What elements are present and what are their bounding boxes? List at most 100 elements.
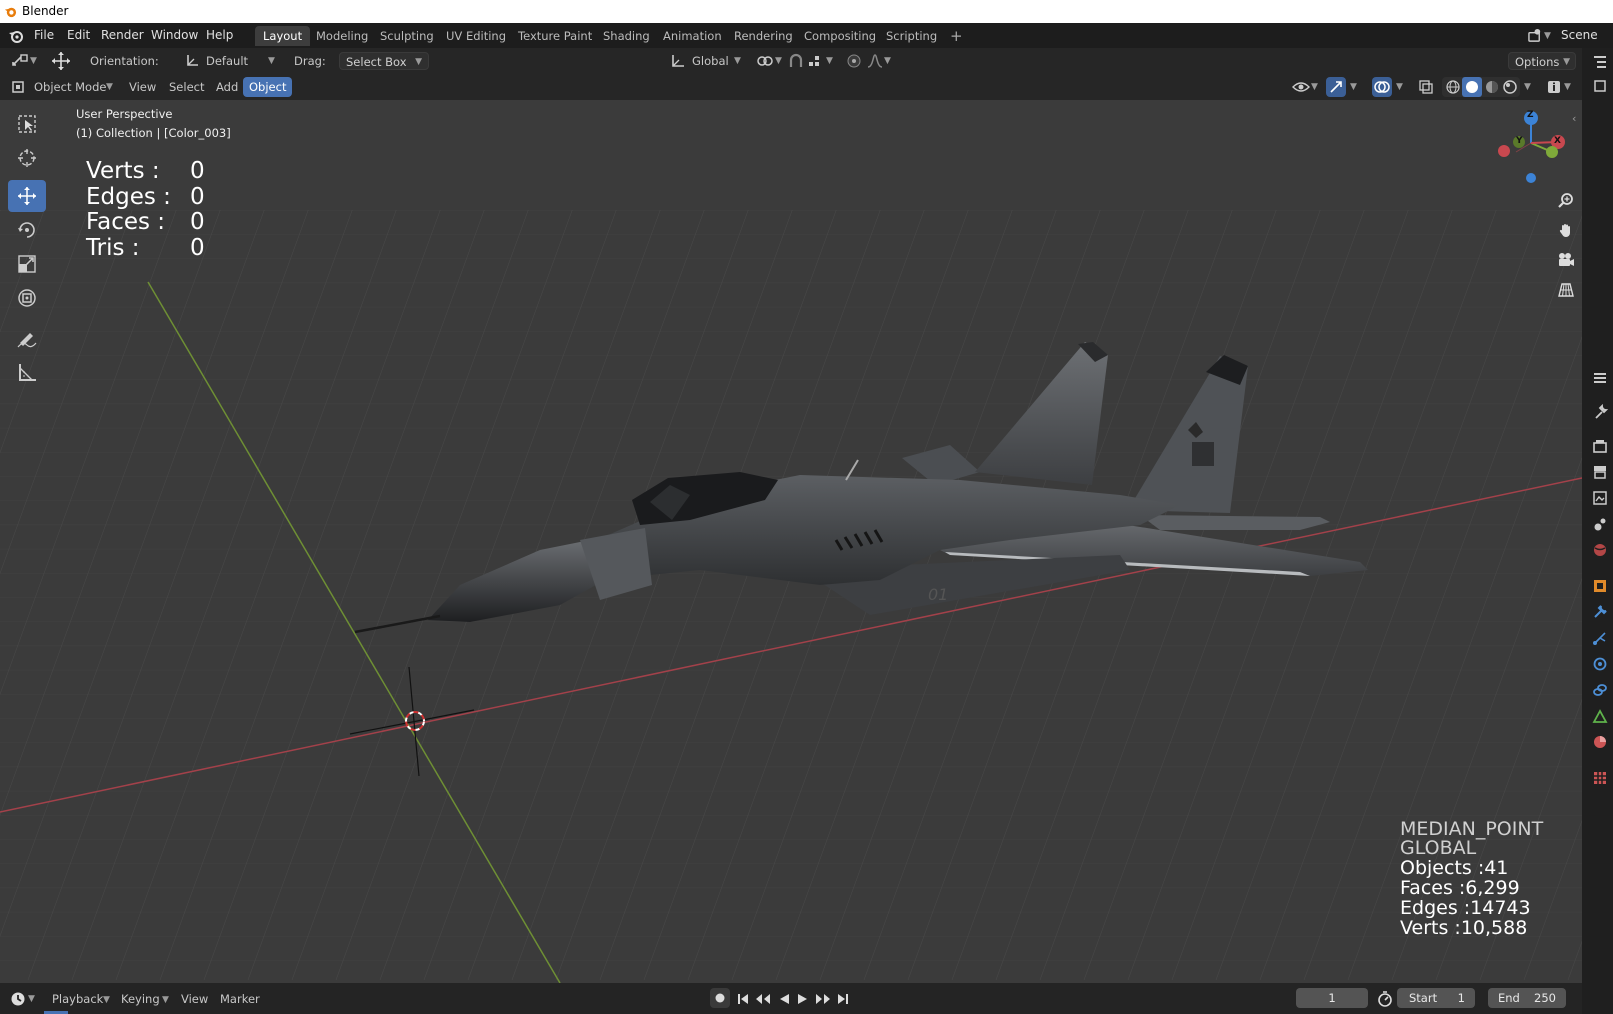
- pan-button[interactable]: [1553, 217, 1579, 243]
- particles-properties-icon[interactable]: [1592, 630, 1608, 646]
- pivot-caret[interactable]: ▼: [775, 56, 782, 66]
- tab-sculpting[interactable]: Sculpting: [372, 26, 442, 46]
- object-properties-icon[interactable]: [1592, 578, 1608, 594]
- mode-dropdown[interactable]: Object Mode ▼: [8, 78, 116, 96]
- tab-scripting[interactable]: Scripting: [878, 26, 945, 46]
- menu-keying[interactable]: Keying: [121, 992, 160, 1006]
- scene-dropdown-caret[interactable]: ▼: [1544, 31, 1551, 41]
- menu-help[interactable]: Help: [206, 28, 233, 42]
- menu-select[interactable]: Select: [169, 80, 204, 94]
- 3d-viewport[interactable]: 01 User Perspective (1) Collection | [Co…: [0, 100, 1582, 983]
- add-workspace-button[interactable]: +: [942, 26, 971, 46]
- record-button[interactable]: [710, 988, 730, 1008]
- blender-menu-icon[interactable]: [8, 28, 24, 44]
- options-dropdown[interactable]: Options ▼: [1508, 52, 1576, 70]
- playback-caret[interactable]: ▼: [103, 995, 110, 1005]
- modifier-properties-icon[interactable]: [1592, 604, 1608, 620]
- constraints-properties-icon[interactable]: [1592, 682, 1608, 698]
- outliner-icon[interactable]: [1592, 54, 1608, 70]
- camera-view-button[interactable]: [1553, 247, 1579, 273]
- output-properties-icon[interactable]: [1592, 464, 1608, 480]
- overlays-caret[interactable]: ▼: [1396, 82, 1403, 92]
- snap-caret[interactable]: ▼: [826, 56, 833, 66]
- jump-prev-keyframe-icon[interactable]: [755, 993, 771, 1005]
- sidebar-caret[interactable]: ▼: [1564, 82, 1571, 92]
- stopwatch-icon[interactable]: [1377, 991, 1393, 1007]
- data-properties-icon[interactable]: [1592, 708, 1608, 724]
- menu-add[interactable]: Add: [216, 80, 238, 94]
- visibility-eye-icon[interactable]: [1292, 79, 1310, 95]
- menu-window[interactable]: Window: [151, 28, 198, 42]
- scene-icon[interactable]: [1528, 28, 1543, 43]
- annotate-tool[interactable]: [8, 322, 46, 354]
- move-tool-icon[interactable]: [50, 51, 72, 71]
- ortho-toggle-button[interactable]: [1553, 277, 1579, 303]
- rotate-tool[interactable]: [8, 214, 46, 246]
- menu-render[interactable]: Render: [101, 28, 144, 42]
- scene-properties-icon[interactable]: [1592, 516, 1608, 532]
- proportional-edit-icon[interactable]: [847, 54, 861, 68]
- tab-uv-editing[interactable]: UV Editing: [438, 26, 514, 46]
- tab-shading[interactable]: Shading: [595, 26, 658, 46]
- keying-caret[interactable]: ▼: [162, 995, 169, 1005]
- tab-rendering[interactable]: Rendering: [726, 26, 801, 46]
- falloff-icon[interactable]: [867, 53, 883, 69]
- measure-tool[interactable]: [8, 356, 46, 388]
- tool-properties-icon[interactable]: [1592, 403, 1609, 420]
- solid-shading-button[interactable]: [1462, 77, 1482, 97]
- cursor-tool[interactable]: [8, 142, 46, 174]
- menu-object[interactable]: Object: [243, 77, 293, 97]
- editor-type-caret[interactable]: ▼: [30, 56, 37, 66]
- drag-dropdown[interactable]: Select Box ▼: [339, 52, 429, 70]
- wireframe-shading-icon[interactable]: [1445, 79, 1461, 95]
- select-box-tool[interactable]: [8, 108, 46, 140]
- menu-timeline-view[interactable]: View: [181, 992, 208, 1006]
- orientation-dropdown[interactable]: Default ▼: [182, 52, 279, 70]
- view-layer-properties-icon[interactable]: [1592, 490, 1608, 506]
- world-properties-icon[interactable]: [1592, 542, 1608, 558]
- jump-next-keyframe-icon[interactable]: [815, 993, 831, 1005]
- snap-target-icon[interactable]: [807, 53, 823, 69]
- tab-animation[interactable]: Animation: [655, 26, 730, 46]
- outliner-filter-icon[interactable]: [1592, 78, 1608, 94]
- gizmo-caret[interactable]: ▼: [1350, 82, 1357, 92]
- current-frame-field[interactable]: 1: [1296, 988, 1368, 1008]
- timeline-editor-icon[interactable]: [10, 991, 26, 1007]
- jump-end-icon[interactable]: [837, 993, 849, 1005]
- falloff-caret[interactable]: ▼: [884, 56, 891, 66]
- menu-edit[interactable]: Edit: [67, 28, 90, 42]
- gizmo-toggle-button[interactable]: [1326, 77, 1346, 97]
- tab-compositing[interactable]: Compositing: [796, 26, 884, 46]
- start-frame-field[interactable]: Start 1: [1397, 988, 1475, 1008]
- menu-view[interactable]: View: [129, 80, 156, 94]
- sidebar-collapse-arrow-icon[interactable]: ‹: [1572, 112, 1576, 125]
- zoom-button[interactable]: [1553, 187, 1579, 213]
- move-tool[interactable]: [8, 180, 46, 212]
- timeline-editor-caret[interactable]: ▼: [28, 994, 35, 1004]
- properties-editor-icon[interactable]: [1592, 370, 1608, 386]
- jump-start-icon[interactable]: [737, 993, 749, 1005]
- rendered-shading-icon[interactable]: [1502, 79, 1518, 95]
- tab-modeling[interactable]: Modeling: [308, 26, 376, 46]
- texture-properties-icon[interactable]: [1592, 770, 1608, 786]
- tab-layout[interactable]: Layout: [255, 26, 311, 46]
- menu-playback[interactable]: Playback: [52, 992, 103, 1006]
- scene-name[interactable]: Scene: [1561, 28, 1598, 42]
- transform-orientation-dropdown[interactable]: Global ▼: [668, 52, 746, 70]
- xray-toggle-icon[interactable]: [1418, 79, 1434, 95]
- render-properties-icon[interactable]: [1592, 438, 1608, 454]
- navigation-gizmo[interactable]: Z Y X: [1496, 108, 1566, 188]
- material-properties-icon[interactable]: [1592, 734, 1608, 750]
- snap-icon[interactable]: [788, 53, 804, 69]
- transform-tool[interactable]: [8, 282, 46, 314]
- tab-texture-paint[interactable]: Texture Paint: [510, 26, 600, 46]
- visibility-caret[interactable]: ▼: [1311, 82, 1318, 92]
- menu-file[interactable]: File: [34, 28, 54, 42]
- pivot-point-icon[interactable]: [756, 53, 774, 69]
- scale-tool[interactable]: [8, 248, 46, 280]
- physics-properties-icon[interactable]: [1592, 656, 1608, 672]
- editor-type-icon[interactable]: [11, 53, 29, 69]
- material-shading-icon[interactable]: [1484, 79, 1500, 95]
- shading-caret[interactable]: ▼: [1524, 82, 1531, 92]
- menu-marker[interactable]: Marker: [220, 992, 260, 1006]
